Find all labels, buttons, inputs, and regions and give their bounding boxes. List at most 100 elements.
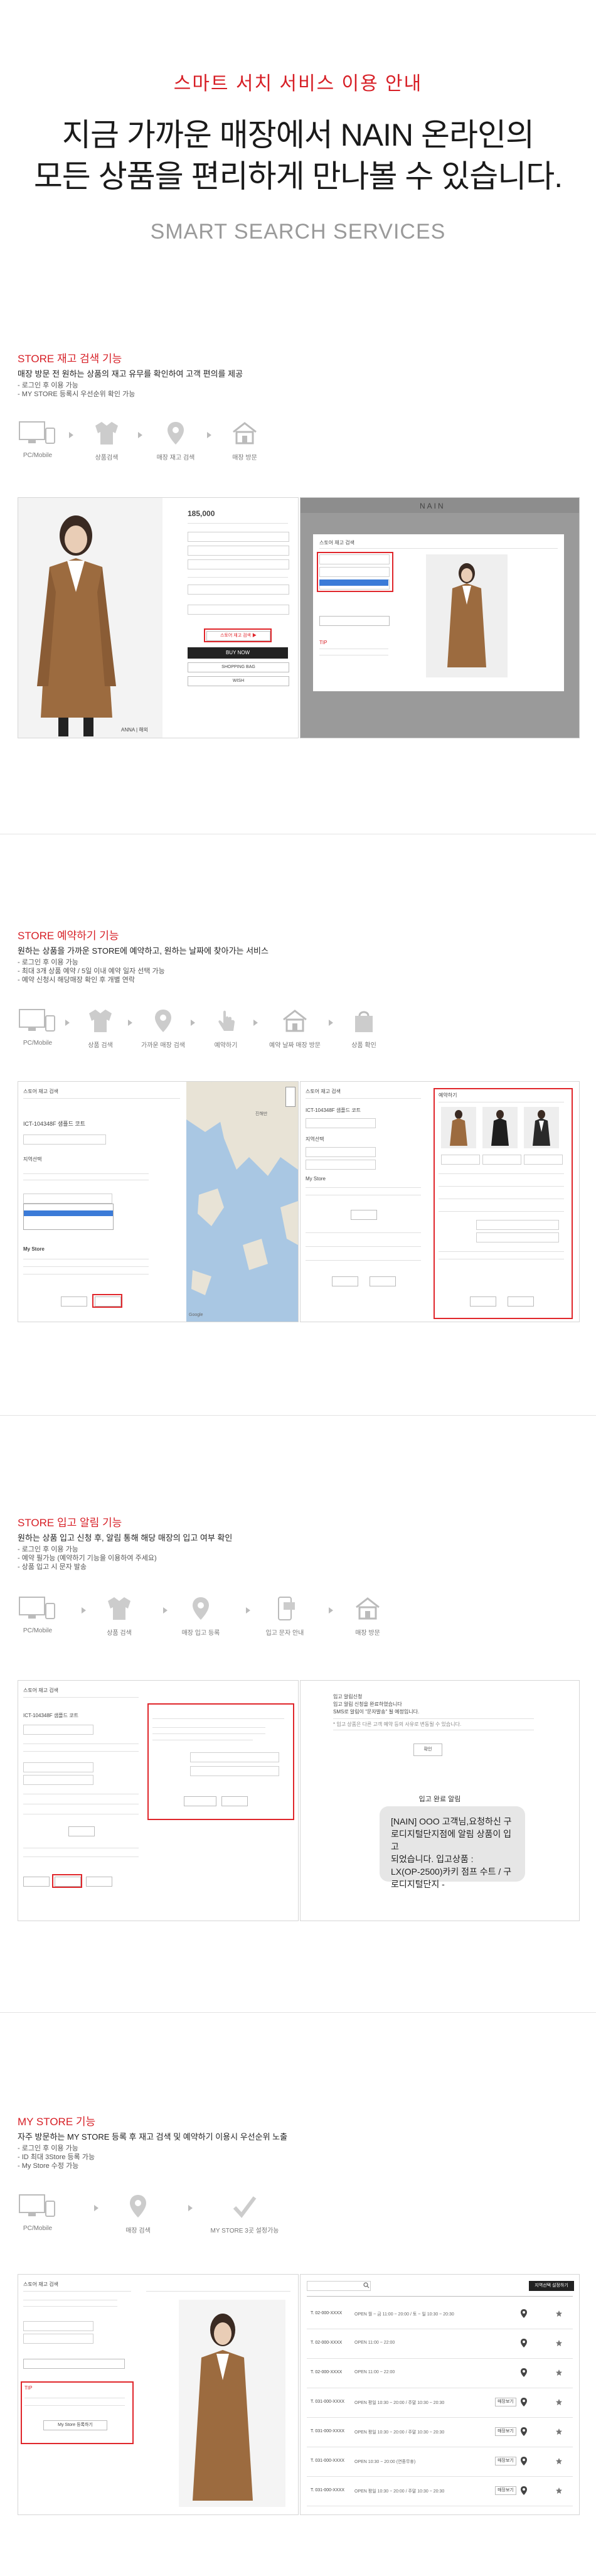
cancel-button[interactable]: [470, 1296, 496, 1307]
store-phone: T. 031-000-XXXX: [311, 2429, 345, 2433]
product-field[interactable]: [190, 1752, 279, 1762]
product-thumbnail[interactable]: [482, 1107, 518, 1148]
mystore-register-button[interactable]: My Store 등록하기: [43, 2420, 107, 2430]
search-button[interactable]: [319, 616, 390, 626]
star-icon[interactable]: [555, 2487, 563, 2494]
option-select[interactable]: [188, 532, 289, 542]
region-setting-button[interactable]: 지역선택 설정하기: [529, 2281, 574, 2291]
step-nearby-store: 가까운 매장 검색: [138, 1007, 188, 1049]
search-button[interactable]: [23, 2359, 125, 2369]
region-select[interactable]: [23, 2321, 93, 2331]
option-select[interactable]: [188, 559, 289, 569]
cancel-button[interactable]: [23, 1877, 50, 1887]
sms-line-2: 로디지털단지점에 알림 상품이 입고: [391, 1829, 511, 1851]
store-phone: T. 031-000-XXXX: [311, 2488, 345, 2492]
highlight-box: [92, 1294, 122, 1308]
region-dropdown[interactable]: [23, 1204, 114, 1230]
cancel-button[interactable]: [221, 1796, 248, 1806]
sms-line-3: 되었습니다. 입고상품 :: [391, 1854, 474, 1864]
store-row[interactable]: T. 031-000-XXXX OPEN 평일 10:30 ~ 20:00 / 주…: [307, 2388, 573, 2418]
product-thumbnail[interactable]: [441, 1107, 476, 1148]
store-row[interactable]: T. 031-000-XXXX OPEN 평일 10:30 ~ 20:00 / 주…: [307, 2477, 573, 2506]
submit-button[interactable]: [508, 1296, 534, 1307]
search-input[interactable]: [307, 2281, 371, 2291]
star-icon[interactable]: [555, 2369, 563, 2376]
search-button[interactable]: [351, 1210, 377, 1220]
store-map[interactable]: 진해만 Google: [186, 1082, 298, 1322]
color-select[interactable]: [306, 1118, 376, 1128]
reserve-button[interactable]: [86, 1877, 112, 1887]
location-pin-icon[interactable]: [520, 2309, 528, 2319]
location-pin-icon[interactable]: [520, 2397, 528, 2407]
location-pin-icon[interactable]: [520, 2368, 528, 2378]
notice-title: 입고 완료 알림: [418, 1796, 461, 1803]
cancel-button[interactable]: [61, 1296, 87, 1307]
region-select[interactable]: [23, 2334, 93, 2344]
buy-now-button[interactable]: BUY NOW: [188, 647, 288, 659]
quantity-select[interactable]: [524, 1155, 563, 1165]
store-row[interactable]: T. 02-000-XXXX OPEN 11:00 ~ 22:00: [307, 2329, 573, 2359]
quantity-select[interactable]: [441, 1155, 480, 1165]
region-select[interactable]: [23, 1194, 112, 1204]
step-label: 매장 검색: [125, 2228, 151, 2234]
region-select[interactable]: [23, 1762, 93, 1772]
sms-line-5: 로디지털단지 -: [391, 1879, 445, 1889]
view-store-button[interactable]: 매장보기: [495, 2486, 516, 2495]
confirm-button[interactable]: [370, 1276, 396, 1286]
product-panel: [141, 2275, 298, 2514]
option-select[interactable]: [188, 585, 289, 595]
arrow-icon: [207, 432, 211, 438]
shopping-bag-button[interactable]: SHOPPING BAG: [188, 662, 289, 672]
color-select[interactable]: [23, 1725, 93, 1735]
step-label: 상품 검색: [107, 1630, 132, 1637]
store-phone: T. 031-000-XXXX: [311, 2459, 345, 2463]
region-select[interactable]: [306, 1147, 376, 1157]
location-pin-icon[interactable]: [520, 2338, 528, 2348]
step-visit-date: 예약 날짜 매장 방문: [263, 1007, 326, 1049]
store-row[interactable]: T. 031-000-XXXX OPEN 평일 10:30 ~ 20:00 / 주…: [307, 2418, 573, 2447]
step-label: MY STORE 3곳 설정가능: [210, 2228, 279, 2234]
star-icon[interactable]: [555, 2310, 563, 2317]
region-select[interactable]: [306, 1160, 376, 1170]
zoom-control[interactable]: [285, 1087, 295, 1107]
star-icon[interactable]: [555, 2398, 563, 2406]
register-button[interactable]: [184, 1796, 216, 1806]
search-icon: [363, 2282, 370, 2288]
store-hours: OPEN 월 ~ 금 11:00 ~ 20:00 / 토 ~ 일 10:30 ~…: [354, 2312, 454, 2317]
confirm-button[interactable]: 확인: [413, 1743, 442, 1756]
wish-button[interactable]: WISH: [188, 676, 289, 686]
location-pin-icon[interactable]: [520, 2427, 528, 2437]
store-icon: [233, 422, 257, 445]
notice-line-3: SMS로 알림이 "문자발송" 될 예정입니다.: [333, 1709, 420, 1715]
store-row[interactable]: T. 031-000-XXXX OPEN 10:30 ~ 20:00 (연중무휴)…: [307, 2447, 573, 2477]
section2-note-2: - 최대 3개 상품 예약 / 5일 이내 예약 일자 선택 가능: [18, 967, 165, 975]
my-store-label: My Store: [306, 1176, 326, 1182]
search-button[interactable]: [68, 1826, 95, 1836]
section2-note-1: - 로그인 후 이용 가능: [18, 959, 78, 966]
section1-note-1: - 로그인 후 이용 가능: [18, 382, 78, 389]
star-icon[interactable]: [555, 2339, 563, 2347]
store-row[interactable]: T. 02-000-XXXX OPEN 월 ~ 금 11:00 ~ 20:00 /…: [307, 2300, 573, 2329]
option-select[interactable]: [188, 605, 289, 615]
location-pin-icon[interactable]: [520, 2456, 528, 2466]
location-pin-icon[interactable]: [520, 2486, 528, 2496]
cancel-button[interactable]: [332, 1276, 358, 1286]
star-icon[interactable]: [555, 2457, 563, 2465]
phone-field[interactable]: [190, 1766, 279, 1776]
option-select[interactable]: [188, 546, 289, 556]
view-store-button[interactable]: 매장보기: [495, 2457, 516, 2466]
phone-field[interactable]: [476, 1232, 559, 1242]
view-store-button[interactable]: 매장보기: [495, 2398, 516, 2406]
step-product-search: 상품 검색: [94, 1595, 144, 1637]
store-phone: T. 02-000-XXXX: [311, 2370, 343, 2374]
date-select[interactable]: [476, 1220, 559, 1230]
quantity-select[interactable]: [482, 1155, 521, 1165]
view-store-button[interactable]: 매장보기: [495, 2427, 516, 2436]
star-icon[interactable]: [555, 2428, 563, 2435]
map-attribution: Google: [189, 1313, 203, 1317]
product-thumbnail[interactable]: [524, 1107, 559, 1148]
model-coat-image: [193, 2314, 253, 2501]
store-row[interactable]: T. 02-000-XXXX OPEN 11:00 ~ 22:00: [307, 2359, 573, 2388]
region-select[interactable]: [23, 1775, 93, 1785]
color-select[interactable]: [23, 1134, 106, 1145]
